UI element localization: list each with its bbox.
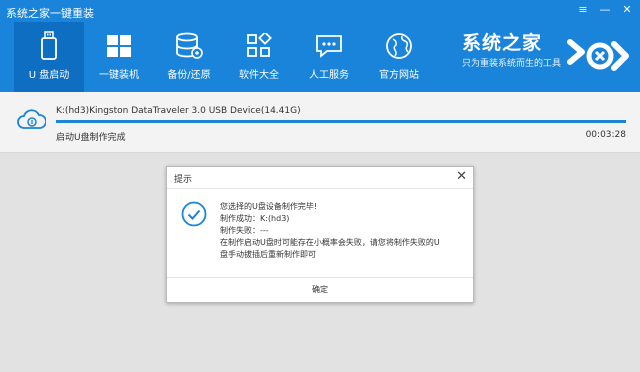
app-title: 系统之家一键重装 xyxy=(6,7,94,20)
progress-bar xyxy=(56,120,626,123)
brand-name: 系统之家 xyxy=(462,32,543,54)
main-nav: U 盘启动 一键装机 备份/还原 软件大全 人工服务 官方网站 xyxy=(14,22,434,92)
device-panel: K:(hd3)Kingston DataTraveler 3.0 USB Dev… xyxy=(0,92,640,153)
nav-item-one-click-install[interactable]: 一键装机 xyxy=(84,22,154,92)
message-line: 在制作启动U盘时可能存在小概率会失败，请您将制作失败的U xyxy=(220,238,440,247)
ok-button[interactable]: 确定 xyxy=(167,278,473,303)
nav-item-website[interactable]: 官方网站 xyxy=(364,22,434,92)
brand: 系统之家 只为重装系统而生的工具 xyxy=(462,32,561,69)
brand-logo-icon xyxy=(566,36,632,80)
progress-fill xyxy=(56,120,626,123)
dialog-title: 提示 xyxy=(174,175,193,185)
cloud-usb-icon xyxy=(16,108,47,136)
database-icon xyxy=(174,32,204,60)
brand-slogan: 只为重装系统而生的工具 xyxy=(462,59,562,69)
message-line: 盘手动拔插后重新制作即可 xyxy=(220,250,316,259)
app-header: 系统之家一键重装 ≡ — ✕ U 盘启动 一键装机 备份/还原 软件大全 人工服… xyxy=(0,0,640,92)
message-line: 制作成功：K:(hd3) xyxy=(220,214,290,223)
windows-logo-icon xyxy=(104,32,134,60)
nav-label: 一键装机 xyxy=(99,70,139,81)
dialog-close-icon[interactable]: ✕ xyxy=(456,169,467,185)
globe-icon xyxy=(384,32,414,60)
apps-grid-icon xyxy=(244,32,274,60)
message-line: 您选择的U盘设备制作完毕! xyxy=(220,202,318,211)
dialog-titlebar: 提示 ✕ xyxy=(167,167,473,189)
menu-button[interactable]: ≡ xyxy=(575,3,591,17)
nav-item-usb-boot[interactable]: U 盘启动 xyxy=(14,22,84,92)
nav-label: 软件大全 xyxy=(239,70,279,81)
nav-label: 人工服务 xyxy=(309,70,349,81)
minimize-button[interactable]: — xyxy=(597,3,613,17)
chat-bubble-icon xyxy=(314,32,344,60)
dialog-message: 您选择的U盘设备制作完毕! 制作成功：K:(hd3) 制作失败：--- 在制作启… xyxy=(220,201,465,261)
message-line: 制作失败：--- xyxy=(220,226,269,235)
dialog-footer: 确定 xyxy=(167,277,473,303)
nav-label: 备份/还原 xyxy=(167,70,211,81)
nav-item-software[interactable]: 软件大全 xyxy=(224,22,294,92)
usb-drive-icon xyxy=(34,31,64,60)
check-circle-icon xyxy=(181,201,207,231)
prompt-dialog: 提示 ✕ 您选择的U盘设备制作完毕! 制作成功：K:(hd3) 制作失败：---… xyxy=(166,166,474,303)
nav-label: U 盘启动 xyxy=(28,70,70,81)
device-name: K:(hd3)Kingston DataTraveler 3.0 USB Dev… xyxy=(56,106,301,116)
nav-item-support[interactable]: 人工服务 xyxy=(294,22,364,92)
elapsed-time: 00:03:28 xyxy=(585,130,626,140)
close-button[interactable]: ✕ xyxy=(619,3,635,17)
status-text: 启动U盘制作完成 xyxy=(56,133,126,143)
nav-label: 官方网站 xyxy=(379,70,419,81)
nav-item-backup-restore[interactable]: 备份/还原 xyxy=(154,22,224,92)
